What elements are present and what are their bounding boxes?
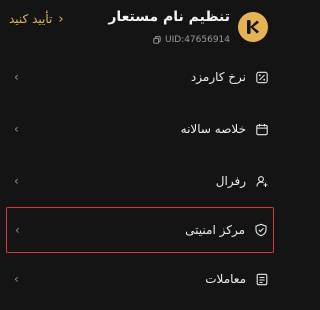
menu-item-security-center[interactable]: ‹ مرکز امنیتی (6, 207, 274, 253)
chevron-left-icon: ‹ (14, 70, 19, 84)
menu-item-annual-summary[interactable]: ‹ خلاصه سالانه (0, 103, 280, 155)
calendar-icon (255, 123, 268, 136)
menu-item-referral[interactable]: ‹ رفرال (0, 155, 280, 207)
shield-check-icon (254, 223, 267, 237)
confirm-button[interactable]: تأیید کنید ‹ (9, 9, 64, 29)
menu-item-trades[interactable]: ‹ معاملات (0, 253, 280, 305)
uid-text: UID:47656914 (164, 35, 230, 45)
menu-item-label: معاملات (205, 272, 246, 286)
page-title: تنظیم نام مستعار (108, 9, 230, 25)
avatar-logo-icon (247, 20, 259, 34)
menu-item-label: مرکز امنیتی (185, 223, 245, 237)
chevron-left-icon: ‹ (58, 11, 64, 27)
settings-menu: ‹ نرخ کارمزد ‹ خلاصه سالانه ‹ رفرال ‹ مر… (0, 51, 280, 305)
document-icon (255, 273, 268, 286)
chevron-left-icon: ‹ (15, 223, 20, 237)
avatar[interactable] (238, 12, 268, 42)
user-plus-icon (255, 175, 268, 188)
chevron-left-icon: ‹ (14, 122, 19, 136)
copy-icon[interactable] (153, 36, 161, 44)
percent-tag-icon (255, 71, 268, 84)
menu-item-label: رفرال (215, 174, 246, 188)
chevron-left-icon: ‹ (14, 174, 19, 188)
confirm-label: تأیید کنید (9, 12, 53, 26)
chevron-left-icon: ‹ (14, 272, 19, 286)
menu-item-label: نرخ کارمزد (190, 70, 246, 84)
menu-item-fee-rate[interactable]: ‹ نرخ کارمزد (0, 51, 280, 103)
menu-item-label: خلاصه سالانه (180, 122, 246, 136)
uid-row[interactable]: UID:47656914 (153, 35, 230, 45)
